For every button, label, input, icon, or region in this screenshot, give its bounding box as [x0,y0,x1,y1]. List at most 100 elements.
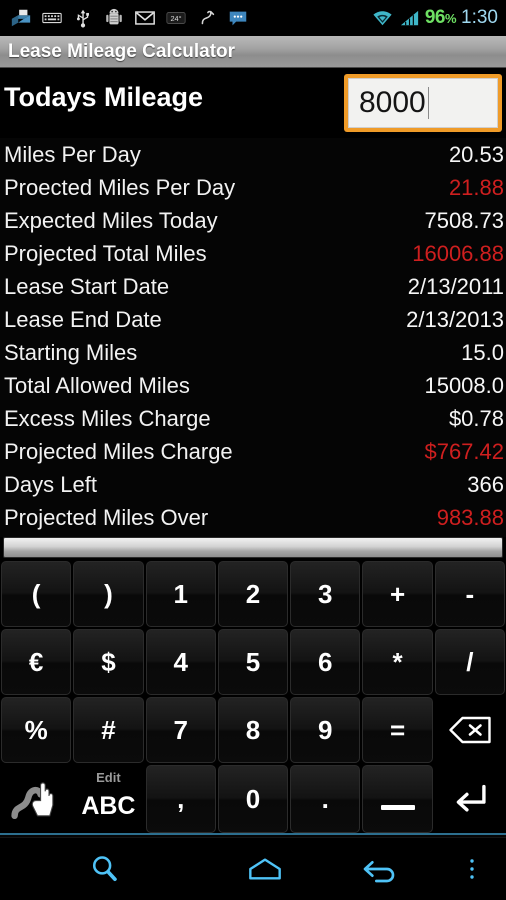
keyboard-row-4: Edit ABC, 0. [0,764,506,834]
key-2[interactable]: 2 [217,561,289,627]
row-value: 366 [467,471,504,497]
nav-search-button[interactable] [0,838,210,900]
key-dollar[interactable]: $ [73,629,144,695]
key-period[interactable]: . [290,765,361,833]
row-value: 21.88 [448,174,504,200]
nav-home-button[interactable] [210,838,320,900]
todays-mileage-label: Todays Mileage [4,82,204,112]
key-label: 4 [173,646,188,677]
key-label: ) [104,578,113,609]
row-value: 983.88 [436,504,504,530]
table-row: Starting Miles 15.0 [0,336,506,369]
app-title: Lease Mileage Calculator [8,40,236,62]
key-equals[interactable]: = [362,697,433,763]
key-space[interactable] [362,765,433,833]
row-label: Miles Per Day [4,141,141,167]
key-asterisk[interactable]: * [362,629,433,695]
system-navigation-bar [0,837,506,900]
key-label: 2 [245,578,261,609]
on-screen-keyboard[interactable]: () 1 2 3 + - € $4 5 6 * / % #7 8 9 = Edit ABC, 0. [0,537,506,835]
results-list: Miles Per Day 20.53 Proected Miles Per Day… [0,138,506,534]
key-close-paren[interactable]: ) [73,561,144,627]
key-9[interactable]: 9 [290,697,361,763]
table-row: Projected Miles Over 983.88 [0,501,506,534]
key-label: ABC [81,791,136,820]
keyboard-icon [41,7,63,29]
search-icon [92,856,117,882]
nav-menu-button[interactable] [438,838,506,900]
key-percent[interactable]: % [1,697,72,763]
key-label: 8 [245,714,261,745]
bluetooth-connected-icon [196,7,218,29]
table-row: Total Allowed Miles 15008.0 [0,369,506,402]
table-row: Projected Total Miles 16006.88 [0,237,506,270]
todays-mileage-input-wrapper[interactable]: 8000 [344,74,502,132]
key-8[interactable]: 8 [217,697,289,763]
keyboard-resize-handle[interactable] [3,537,503,558]
row-label: Lease Start Date [4,273,170,299]
downloads-icon [10,7,32,29]
mileage-input-section: Todays Mileage 8000 [0,68,506,138]
key-label: 0 [245,783,261,814]
battery-percent: 96% [424,7,457,28]
key-label: 5 [245,646,261,677]
table-row: Days Left 366 [0,468,506,501]
table-row: Proected Miles Per Day 21.88 [0,171,506,204]
home-icon [249,858,281,880]
usb-icon [72,7,94,29]
key-label: * [392,646,403,677]
row-value: 15008.0 [424,372,504,398]
status-bar-notification-icons: 24° [0,7,371,29]
key-comma[interactable]: , [145,765,216,833]
row-label: Projected Miles Charge [4,438,233,464]
key-abc-edit[interactable]: Edit ABC [73,765,144,833]
key-minus[interactable]: - [434,561,505,627]
back-icon [363,861,395,883]
wifi-icon [371,7,393,29]
key-label: 7 [173,714,188,745]
keyboard-row-3: % #7 8 9 = [0,696,506,764]
table-row: Lease End Date 2/13/2013 [0,303,506,336]
key-label: % [24,714,48,745]
keyboard-row-1: () 1 2 3 + - [0,560,506,628]
key-plus[interactable]: + [362,561,433,627]
key-3[interactable]: 3 [290,561,361,627]
key-0[interactable]: 0 [217,765,289,833]
key-label: 6 [318,646,333,677]
key-hash[interactable]: # [73,697,144,763]
key-1[interactable]: 1 [145,561,216,627]
todays-mileage-value: 8000 [359,86,426,119]
key-euro[interactable]: € [1,629,72,695]
overflow-menu-icon [470,859,474,879]
row-value: 2/13/2011 [407,273,504,299]
key-7[interactable]: 7 [145,697,216,763]
key-label: . [321,783,329,814]
row-value: $0.78 [448,405,504,431]
key-label: € [28,646,44,677]
status-bar-system-icons: 96% 1:30 [371,7,506,29]
text-caret [427,87,429,119]
key-open-paren[interactable]: ( [1,561,72,627]
key-enter[interactable] [434,765,505,833]
key-slash[interactable]: / [434,629,505,695]
row-value: 16006.88 [412,240,504,266]
nav-back-button[interactable] [320,838,438,900]
key-backspace[interactable] [434,697,505,763]
row-value: 20.53 [448,141,504,167]
key-label: ( [31,578,41,609]
key-4[interactable]: 4 [145,629,216,695]
key-5[interactable]: 5 [217,629,289,695]
phone-screen: 24° 96% 1:30 Lease Mileage Calculator To… [0,0,506,900]
key-label: + [389,578,406,609]
key-6[interactable]: 6 [290,629,361,695]
todays-mileage-input[interactable]: 8000 [348,78,498,128]
row-label: Excess Miles Charge [4,405,211,431]
table-row: Miles Per Day 20.53 [0,138,506,171]
key-label: / [466,646,474,677]
keyboard-row-2: € $4 5 6 * / [0,628,506,696]
key-gesture-input[interactable] [1,765,72,833]
row-label: Starting Miles [4,339,138,365]
enter-icon [456,784,486,812]
swipe-hand-icon [11,782,54,820]
space-icon [380,804,415,810]
